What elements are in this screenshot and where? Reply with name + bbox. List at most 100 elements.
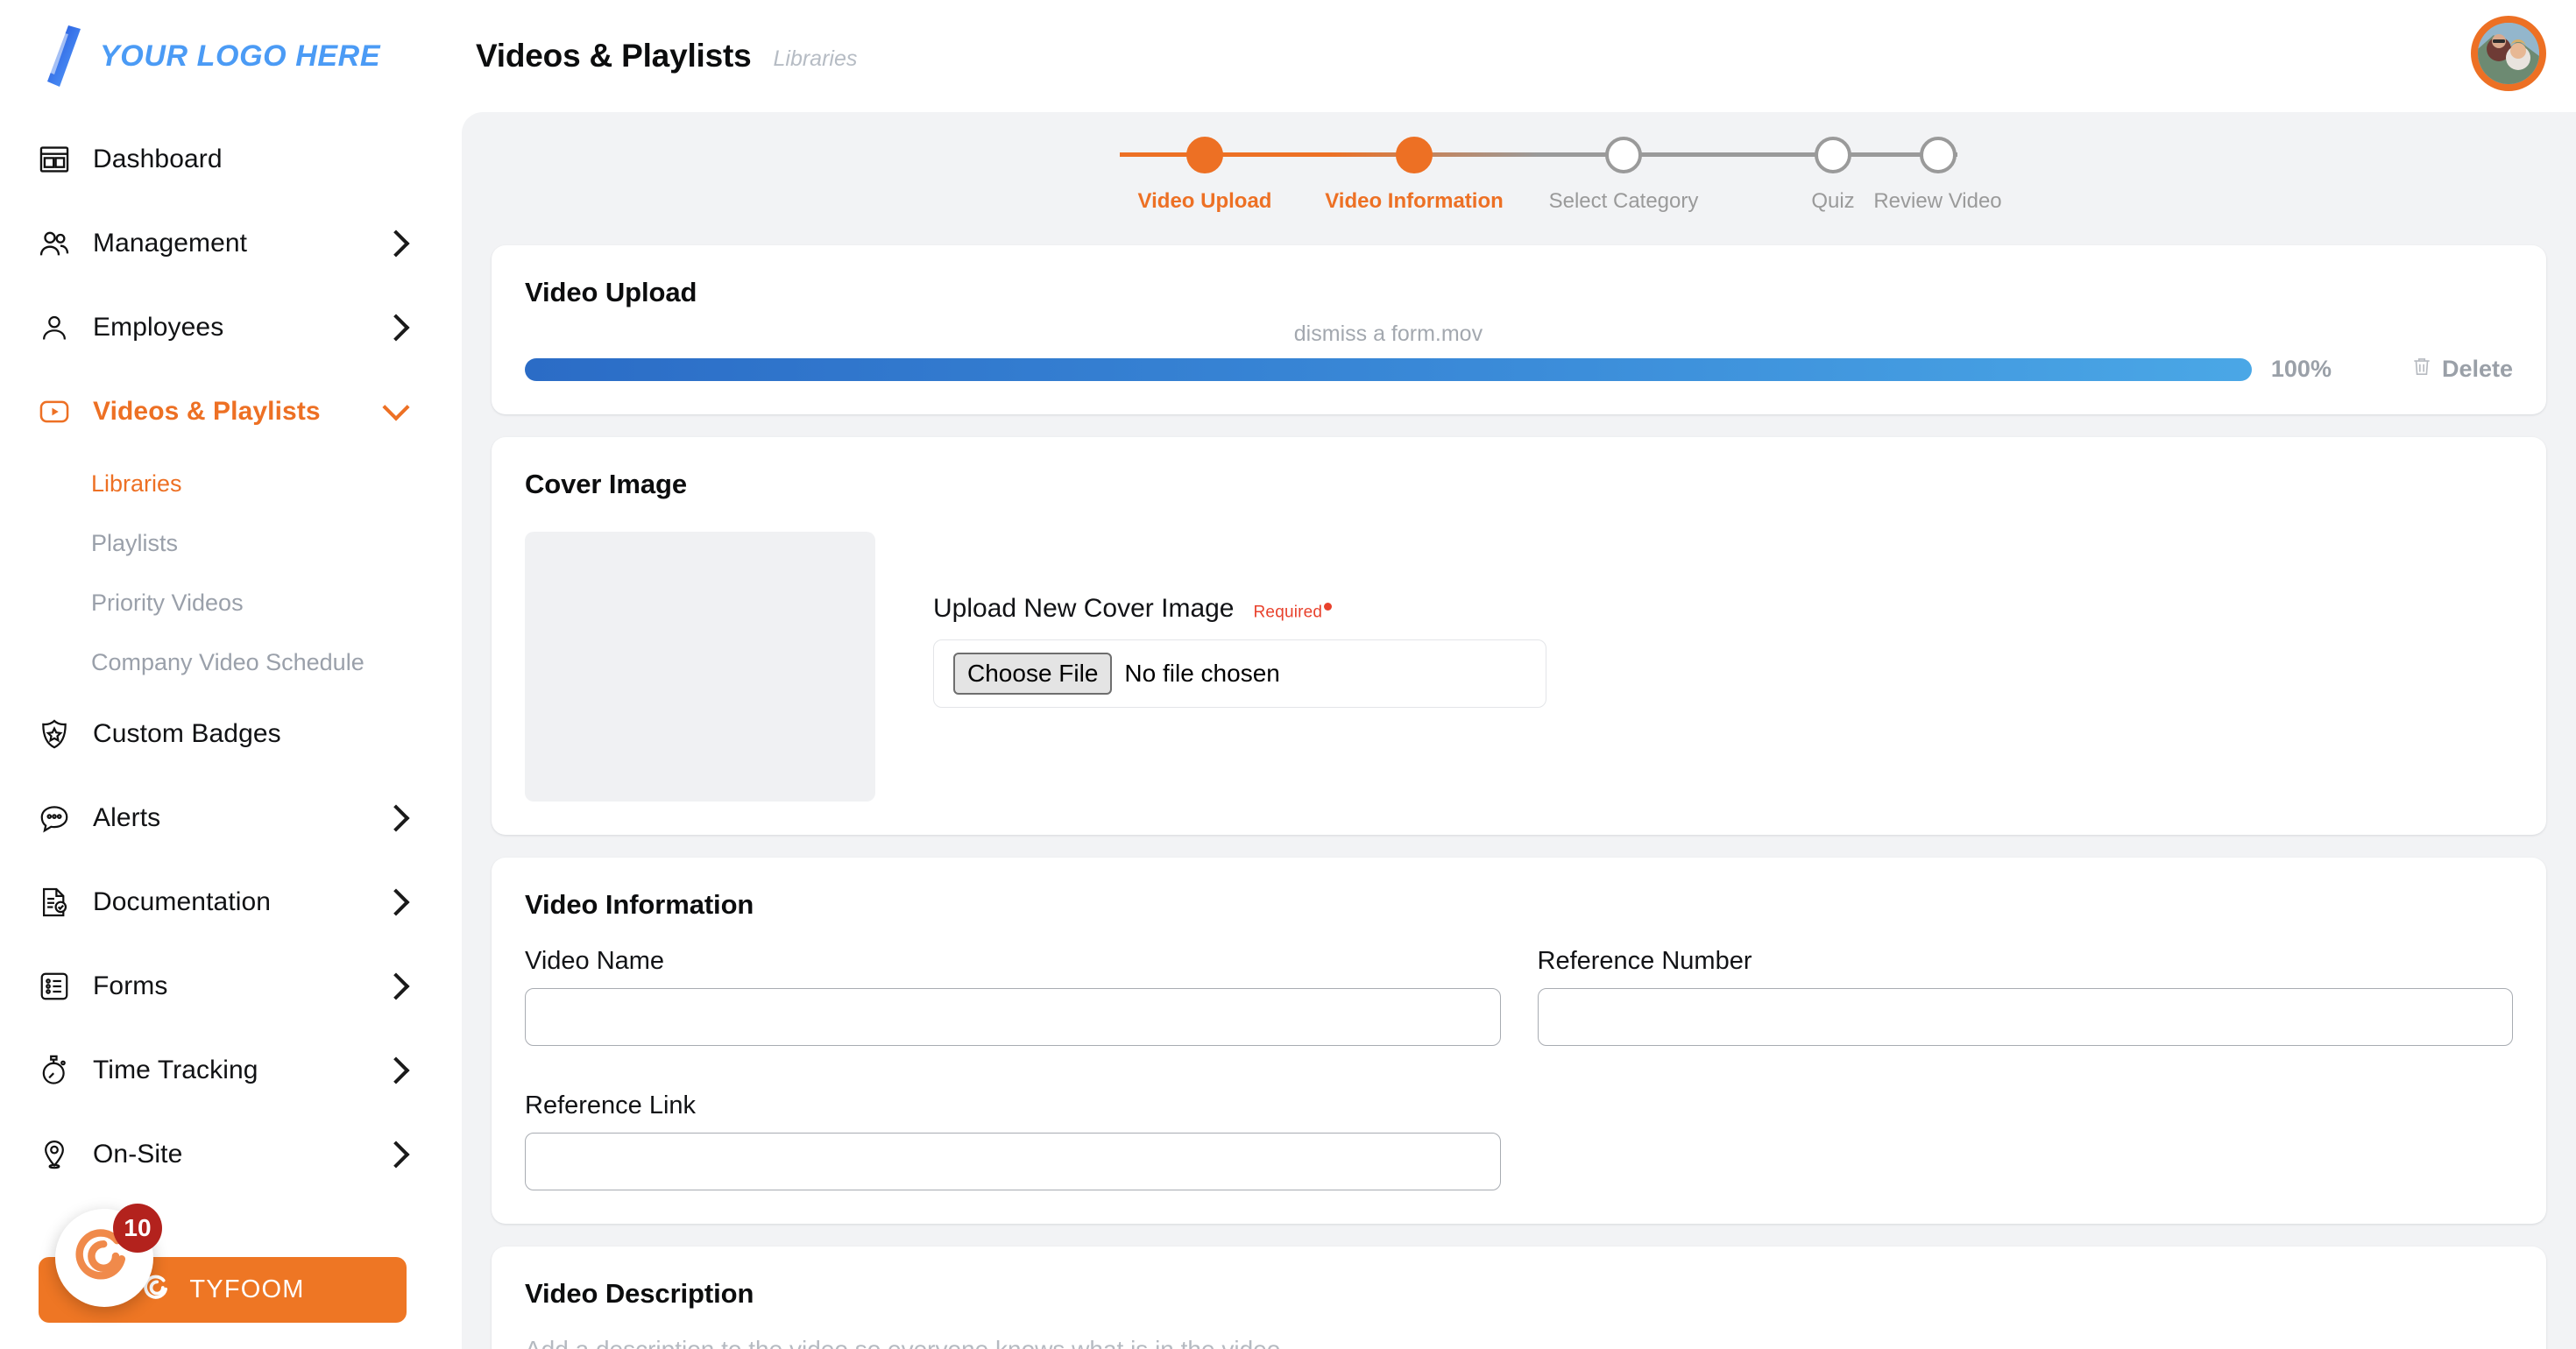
shield-star-icon: [35, 715, 74, 753]
tyfoom-bubble-button[interactable]: 10: [55, 1204, 162, 1307]
user-icon: [35, 308, 74, 347]
upload-progress-bar-wrap: dismiss a form.mov: [525, 321, 2252, 381]
sidebar-subitem-libraries[interactable]: Libraries: [0, 454, 449, 513]
step-label: Review Video: [1873, 189, 2002, 213]
card-title: Video Upload: [525, 277, 697, 307]
reference-link-input[interactable]: [525, 1133, 1501, 1190]
required-dot-icon: [1324, 602, 1333, 611]
sidebar-subitem-label: Playlists: [91, 529, 179, 556]
tyfoom-label: TYFOOM: [189, 1275, 305, 1303]
sidebar-nav: Dashboard Management Employees Videos & …: [0, 112, 449, 1197]
cover-upload-label: Upload New Cover Image: [933, 594, 1235, 623]
avatar[interactable]: [2471, 16, 2546, 91]
field-label: Video Name: [525, 947, 665, 975]
sidebar-item-label: Custom Badges: [93, 719, 281, 748]
cover-upload-label-row: Upload New Cover Image Required: [933, 594, 2513, 624]
users-icon: [35, 224, 74, 263]
sidebar-item-videos-playlists[interactable]: Videos & Playlists: [0, 370, 449, 454]
stopwatch-icon: [35, 1051, 74, 1090]
sidebar-item-label: Management: [93, 229, 248, 258]
map-pin-icon: [35, 1135, 74, 1174]
step-connector: [1538, 152, 1748, 157]
sidebar-item-forms[interactable]: Forms: [0, 944, 449, 1028]
form-list-icon: [35, 967, 74, 1006]
upload-progress-bar: [525, 357, 2252, 381]
step-dot[interactable]: [1396, 137, 1433, 173]
brand-logo[interactable]: YOUR LOGO HERE: [0, 0, 449, 112]
main-area: Videos & Playlists Libraries Video Uploa…: [449, 0, 2576, 1349]
video-information-card: Video Information Video Name Reference N…: [492, 858, 2546, 1224]
app-root: YOUR LOGO HERE Dashboard Management Empl…: [0, 0, 2576, 1349]
chevron-right-icon: [382, 888, 410, 916]
field-reference-link: Reference Link: [525, 1091, 1501, 1190]
chevron-right-icon: [382, 972, 410, 1000]
chevron-right-icon: [382, 1056, 410, 1084]
chevron-right-icon: [382, 230, 410, 258]
sidebar-subitem-company-video-schedule[interactable]: Company Video Schedule: [0, 632, 449, 692]
cover-image-card: Cover Image Upload New Cover Image Requi…: [492, 437, 2546, 835]
card-title: Video Description: [525, 1278, 754, 1309]
sidebar-item-label: Documentation: [93, 887, 272, 916]
chevron-down-icon: [382, 393, 410, 421]
cover-upload-controls: Upload New Cover Image Required Choose F…: [898, 532, 2513, 802]
video-play-icon: [35, 392, 74, 431]
cover-image-body: Upload New Cover Image Required Choose F…: [525, 532, 2513, 802]
tyfoom-notification-badge[interactable]: 10: [113, 1204, 162, 1253]
sidebar-item-time-tracking[interactable]: Time Tracking: [0, 1028, 449, 1112]
sidebar-item-employees[interactable]: Employees: [0, 286, 449, 370]
step-connector: [1119, 152, 1329, 157]
sidebar-item-label: Alerts: [93, 803, 161, 832]
required-label: Required: [1253, 603, 1323, 621]
video-information-form: Video Name Reference Number Reference Li…: [525, 947, 2513, 1190]
sidebar-subitem-priority-videos[interactable]: Priority Videos: [0, 573, 449, 632]
sidebar-item-management[interactable]: Management: [0, 201, 449, 286]
step-dot[interactable]: [1815, 137, 1851, 173]
chevron-right-icon: [382, 314, 410, 342]
description-subtitle: Add a description to the video so everyo…: [525, 1336, 2513, 1349]
required-badge: Required: [1253, 602, 1333, 622]
sidebar-item-custom-badges[interactable]: Custom Badges: [0, 692, 449, 776]
step-connector: [1328, 152, 1539, 157]
step-dot[interactable]: [1919, 137, 1957, 173]
logo-text: YOUR LOGO HERE: [100, 39, 381, 73]
sidebar-item-label: On-Site: [93, 1140, 183, 1169]
field-reference-number: Reference Number: [1537, 947, 2513, 1046]
step-label: Quiz: [1811, 189, 1855, 213]
trash-icon: [2410, 354, 2433, 385]
cover-file-input[interactable]: Choose File No file chosen: [933, 639, 1546, 708]
sidebar-item-label: Forms: [93, 971, 168, 1000]
sidebar-item-alerts[interactable]: Alerts: [0, 776, 449, 860]
upload-progress-percent: 100%: [2270, 356, 2332, 382]
sidebar-item-on-site[interactable]: On-Site: [0, 1112, 449, 1197]
step-label: Video Information: [1325, 189, 1504, 213]
card-title: Cover Image: [525, 469, 687, 499]
sidebar-item-dashboard[interactable]: Dashboard: [0, 117, 449, 201]
top-bar: Videos & Playlists Libraries: [449, 0, 2576, 112]
step-video-information[interactable]: Video Information: [1310, 137, 1539, 214]
step-label: Select Category: [1548, 189, 1699, 213]
breadcrumb: Libraries: [773, 46, 858, 71]
reference-number-input[interactable]: [1537, 988, 2513, 1046]
sidebar-item-label: Videos & Playlists: [93, 397, 321, 426]
document-check-icon: [35, 883, 74, 922]
choose-file-button[interactable]: Choose File: [953, 653, 1113, 695]
chat-dots-icon: [35, 799, 74, 837]
step-select-category[interactable]: Select Category: [1519, 137, 1748, 214]
video-name-input[interactable]: [525, 988, 1501, 1046]
cover-image-preview: [525, 532, 875, 802]
sidebar: YOUR LOGO HERE Dashboard Management Empl…: [0, 0, 449, 1349]
step-video-upload[interactable]: Video Upload: [1100, 137, 1329, 214]
field-spacer: [1538, 1055, 2514, 1190]
sidebar-item-label: Time Tracking: [93, 1056, 258, 1084]
sidebar-item-label: Dashboard: [93, 145, 223, 173]
sidebar-item-documentation[interactable]: Documentation: [0, 860, 449, 944]
step-dot[interactable]: [1605, 137, 1642, 173]
delete-upload-button[interactable]: Delete: [2332, 354, 2513, 385]
step-dot[interactable]: [1186, 137, 1223, 173]
tyfoom-widget: TYFOOM 10: [39, 1204, 407, 1323]
page-title: Videos & Playlists: [476, 38, 752, 74]
step-label: Video Upload: [1137, 189, 1272, 213]
avatar-photo: [2478, 23, 2539, 84]
logo-mark-icon: [42, 24, 88, 88]
sidebar-subitem-playlists[interactable]: Playlists: [0, 513, 449, 573]
